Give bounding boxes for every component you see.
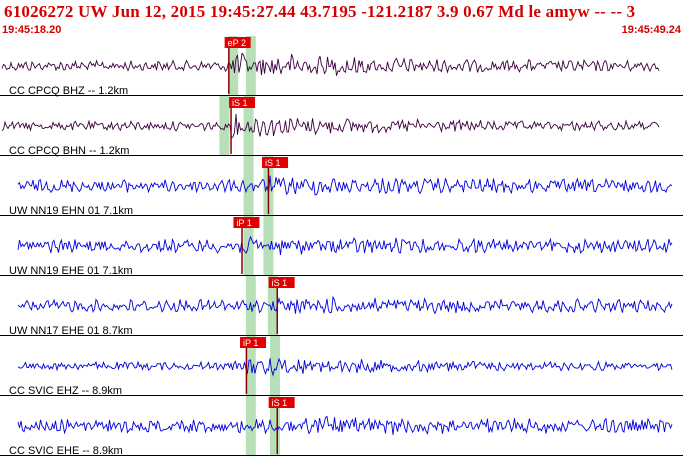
trace-panel: eP 2CC CPCQ BHZ -- 1.2km <box>0 36 683 97</box>
waveform-trace <box>1 52 660 76</box>
trace-panel: iP 1UW NN19 EHE 01 7.1km <box>0 216 683 277</box>
trace-panel: iP 1CC SVIC EHZ -- 8.9km <box>0 336 683 397</box>
trace-panel: iS 1UW NN19 EHN 01 7.1km <box>0 156 683 217</box>
trace-panel: iS 1CC SVIC EHE -- 8.9km <box>0 396 683 457</box>
waveform-trace <box>17 295 673 315</box>
pick-label: iS 1 <box>272 278 288 288</box>
seismogram-plot: eP 2CC CPCQ BHZ -- 1.2kmiS 1CC CPCQ BHN … <box>0 36 683 457</box>
pick-label: iP 1 <box>236 218 251 228</box>
start-time-label: 19:45:18.20 <box>2 24 62 36</box>
waveform-trace <box>1 113 660 139</box>
header: 61026272 UW Jun 12, 2015 19:45:27.44 43.… <box>0 0 683 36</box>
pick-window <box>270 336 280 396</box>
pick-label: iS 1 <box>232 98 248 108</box>
waveform-trace <box>17 357 673 377</box>
waveform-trace <box>17 415 673 435</box>
pick-label: iS 1 <box>272 398 288 408</box>
waveform-trace <box>17 175 673 196</box>
pick-label: eP 2 <box>228 38 246 48</box>
trace-panel: iS 1UW NN17 EHE 01 8.7km <box>0 276 683 337</box>
waveform-trace <box>17 235 673 256</box>
end-time-label: 19:45:49.24 <box>621 24 681 36</box>
event-title: 61026272 UW Jun 12, 2015 19:45:27.44 43.… <box>4 2 636 21</box>
trace-panel: iS 1CC CPCQ BHN -- 1.2km <box>0 96 683 157</box>
pick-label: iP 1 <box>243 338 258 348</box>
pick-label: iS 1 <box>265 158 281 168</box>
